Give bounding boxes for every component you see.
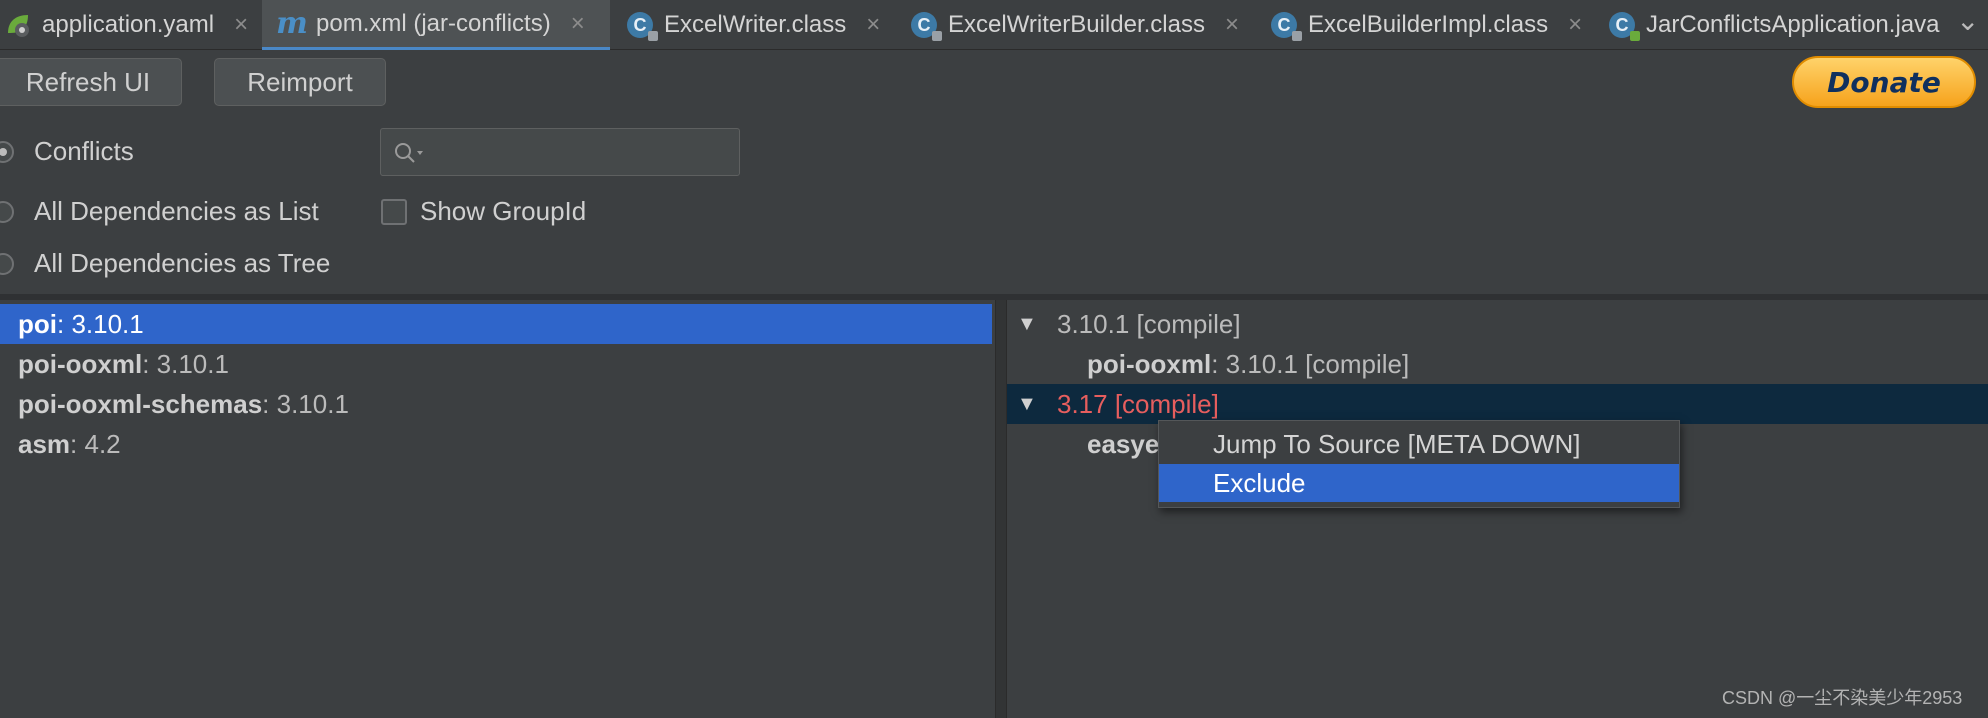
- close-icon[interactable]: ×: [1568, 11, 1582, 39]
- conflicts-radio[interactable]: [0, 141, 14, 163]
- exclude-menu-item[interactable]: Exclude: [1159, 464, 1679, 502]
- tab-label: ExcelBuilderImpl.class: [1308, 11, 1549, 38]
- lock-icon: [648, 31, 658, 41]
- context-menu: Jump To Source [META DOWN] Exclude: [1158, 420, 1680, 508]
- artifact-version: : 3.10.1: [262, 388, 349, 419]
- conflict-list: poi : 3.10.1 poi-ooxml : 3.10.1 poi-ooxm…: [0, 300, 995, 718]
- run-badge-icon: [1630, 31, 1640, 41]
- spring-app-icon: C: [1608, 11, 1640, 41]
- tab-overflow-icon[interactable]: ⌄: [1956, 4, 1979, 37]
- all-dependencies-list-label: All Dependencies as List: [34, 196, 319, 226]
- show-groupid-label: Show GroupId: [420, 196, 587, 226]
- artifact-name: poi: [18, 308, 57, 339]
- tab-excelwriterbuilder-class[interactable]: C ExcelWriterBuilder.class ×: [910, 0, 1239, 50]
- artifact-name: poi-ooxml: [1087, 348, 1212, 379]
- artifact-version: : 3.10.1: [57, 308, 144, 339]
- spring-yaml-icon: [4, 11, 32, 39]
- class-icon: C: [626, 11, 658, 41]
- editor-tab-bar: application.yaml × m pom.xml (jar-confli…: [0, 0, 1988, 50]
- donate-button[interactable]: Donate: [1792, 56, 1976, 108]
- search-icon: [395, 143, 423, 163]
- artifact-name: poi-ooxml-schemas: [18, 388, 263, 419]
- search-input[interactable]: [380, 128, 740, 176]
- watermark: CSDN @一尘不染美少年2953: [1722, 688, 1963, 708]
- all-dependencies-tree-label: All Dependencies as Tree: [34, 248, 331, 278]
- expand-triangle-icon[interactable]: ▼: [1017, 313, 1037, 336]
- tab-application-yaml[interactable]: application.yaml ×: [4, 0, 248, 50]
- class-icon: C: [910, 11, 942, 41]
- artifact-name: easye: [1087, 428, 1160, 459]
- tab-label: ExcelWriter.class: [664, 11, 847, 38]
- artifact-version: : 4.2: [70, 428, 121, 459]
- expand-triangle-icon[interactable]: ▼: [1017, 393, 1037, 416]
- artifact-name: asm: [18, 428, 71, 459]
- tab-excelbuilderimpl-class[interactable]: C ExcelBuilderImpl.class ×: [1270, 0, 1582, 50]
- lock-icon: [1292, 31, 1302, 41]
- lock-icon: [932, 31, 942, 41]
- class-icon: C: [1270, 11, 1302, 41]
- list-item[interactable]: poi : 3.10.1: [0, 304, 992, 344]
- tab-label: JarConflictsApplication.java: [1646, 11, 1940, 38]
- close-icon[interactable]: ×: [1225, 11, 1239, 39]
- show-groupid-checkbox[interactable]: [381, 199, 407, 225]
- maven-icon: m: [276, 6, 308, 41]
- tree-node-label: 3.17 [compile]: [1057, 388, 1219, 419]
- tree-node[interactable]: ▼ 3.10.1 [compile]: [1007, 304, 1988, 344]
- dependency-tree: ▼ 3.10.1 [compile] poi-ooxml : 3.10.1 [c…: [1007, 300, 1988, 718]
- tab-label: pom.xml (jar-conflicts): [316, 9, 551, 37]
- tab-label: ExcelWriterBuilder.class: [948, 11, 1205, 38]
- refresh-ui-button[interactable]: Refresh UI: [0, 58, 182, 106]
- tab-pom-xml[interactable]: m pom.xml (jar-conflicts) ×: [262, 0, 610, 50]
- splitter-handle[interactable]: [995, 300, 1007, 718]
- jump-to-source-menu-item[interactable]: Jump To Source [META DOWN]: [1159, 425, 1679, 463]
- close-icon[interactable]: ×: [234, 11, 248, 39]
- reimport-button[interactable]: Reimport: [214, 58, 386, 106]
- list-item[interactable]: poi-ooxml-schemas : 3.10.1: [0, 384, 992, 424]
- tab-jarconflictsapplication-java[interactable]: C JarConflictsApplication.java: [1608, 0, 1939, 50]
- artifact-name: poi-ooxml: [18, 348, 143, 379]
- list-item[interactable]: asm : 4.2: [0, 424, 992, 464]
- tree-node-conflict[interactable]: ▼ 3.17 [compile]: [1007, 384, 1988, 424]
- tab-excelwriter-class[interactable]: C ExcelWriter.class ×: [626, 0, 880, 50]
- artifact-version: : 3.10.1: [142, 348, 229, 379]
- close-icon[interactable]: ×: [571, 10, 585, 38]
- artifact-version: : 3.10.1 [compile]: [1211, 348, 1410, 379]
- close-icon[interactable]: ×: [866, 11, 880, 39]
- tab-label: application.yaml: [42, 11, 215, 38]
- list-item[interactable]: poi-ooxml : 3.10.1: [0, 344, 992, 384]
- tree-node-child[interactable]: poi-ooxml : 3.10.1 [compile]: [1007, 344, 1988, 384]
- all-dependencies-list-radio[interactable]: [0, 201, 14, 223]
- tree-node-label: 3.10.1 [compile]: [1057, 308, 1241, 339]
- all-dependencies-tree-radio[interactable]: [0, 253, 14, 275]
- conflicts-label: Conflicts: [34, 136, 134, 166]
